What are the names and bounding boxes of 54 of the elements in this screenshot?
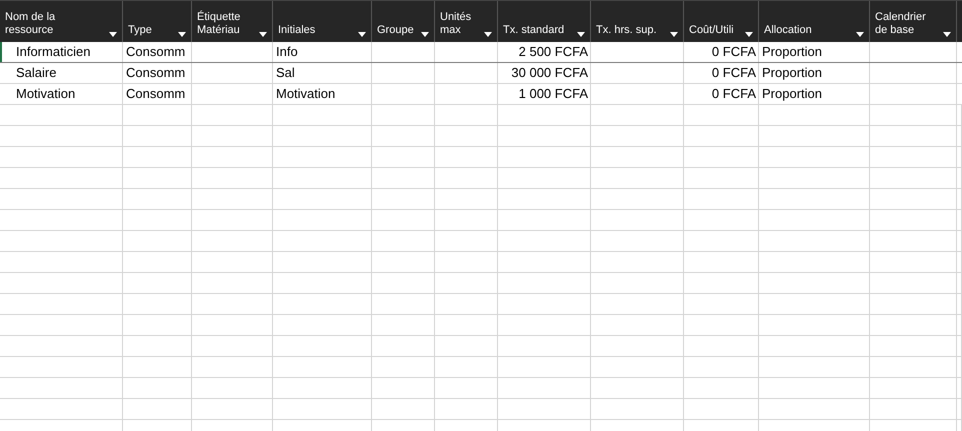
column-label: Nom de la ressource	[5, 11, 56, 37]
table-row[interactable]: Salaire Consomm Sal 30 000 FCFA 0 FCFA Proportion	[0, 63, 962, 84]
table-cell-text: 0 FCFA	[712, 85, 756, 104]
caret-icon	[358, 32, 366, 37]
column-header[interactable]: Allocation	[759, 1, 870, 42]
caret-icon	[856, 32, 864, 37]
caret-icon	[745, 32, 753, 37]
caret-icon	[484, 32, 492, 37]
table-cell-text: Proportion	[762, 43, 822, 62]
table-cell-text: Consomm	[126, 85, 186, 104]
column-label: Tx. hrs. sup.	[596, 24, 657, 37]
column-header[interactable]: Tx. hrs. sup.	[591, 1, 684, 42]
column-header[interactable]: Coût/Utili	[684, 1, 759, 42]
table-row[interactable]: Motivation Consomm Motivation 1 000 FCFA 0 FCFA Proportion	[0, 84, 962, 105]
column-label: Type	[128, 24, 152, 37]
column-header[interactable]: Unités max	[435, 1, 498, 42]
table-cell-text: Salaire	[16, 64, 56, 82]
table-cell-text: 0 FCFA	[712, 64, 756, 82]
table-cell-text: Consomm	[126, 64, 186, 82]
column-label: Coût/Utili	[689, 24, 734, 37]
table-cell-text: 30 000 FCFA	[511, 64, 588, 82]
table-cell-text: Informaticien	[16, 43, 90, 62]
caret-icon	[178, 32, 186, 37]
caret-icon	[670, 32, 678, 37]
column-label: Initiales	[278, 24, 316, 37]
table-cell-text: Proportion	[762, 85, 822, 104]
column-header[interactable]: Nom de la ressource	[0, 1, 123, 42]
caret-icon	[421, 32, 429, 37]
column-header[interactable]: Calendrier de base	[870, 1, 957, 42]
column-label: Calendrier de base	[875, 11, 927, 37]
column-label: Étiquette Matériau	[197, 11, 242, 37]
column-header[interactable]: Initiales	[273, 1, 372, 42]
table-cell-text: 0 FCFA	[712, 43, 756, 62]
table-cell-text: 2 500 FCFA	[518, 43, 588, 62]
table-cell-text: Motivation	[16, 85, 76, 104]
column-label: Unités max	[440, 11, 472, 37]
column-header[interactable]: Groupe	[372, 1, 435, 42]
table-cell-text: Motivation	[276, 85, 336, 104]
table-cell-text: Proportion	[762, 64, 822, 82]
column-label: Tx. standard	[503, 24, 564, 37]
caret-icon	[943, 32, 951, 37]
table-cell-text: Info	[276, 43, 298, 62]
column-label: Allocation	[764, 24, 812, 37]
table-cell-text: 1 000 FCFA	[518, 85, 588, 104]
column-label: Groupe	[377, 24, 414, 37]
column-header[interactable]: Type	[123, 1, 192, 42]
table-cell-text: Sal	[276, 64, 295, 82]
caret-icon	[577, 32, 585, 37]
table-row[interactable]: Informaticien Consomm Info 2 500 FCFA 0 FCFA Proportion	[0, 42, 962, 63]
column-header[interactable]: Tx. standard	[498, 1, 591, 42]
table-cell-text: Consomm	[126, 43, 186, 62]
caret-icon	[109, 32, 117, 37]
column-header[interactable]: Étiquette Matériau	[192, 1, 273, 42]
caret-icon	[259, 32, 267, 37]
